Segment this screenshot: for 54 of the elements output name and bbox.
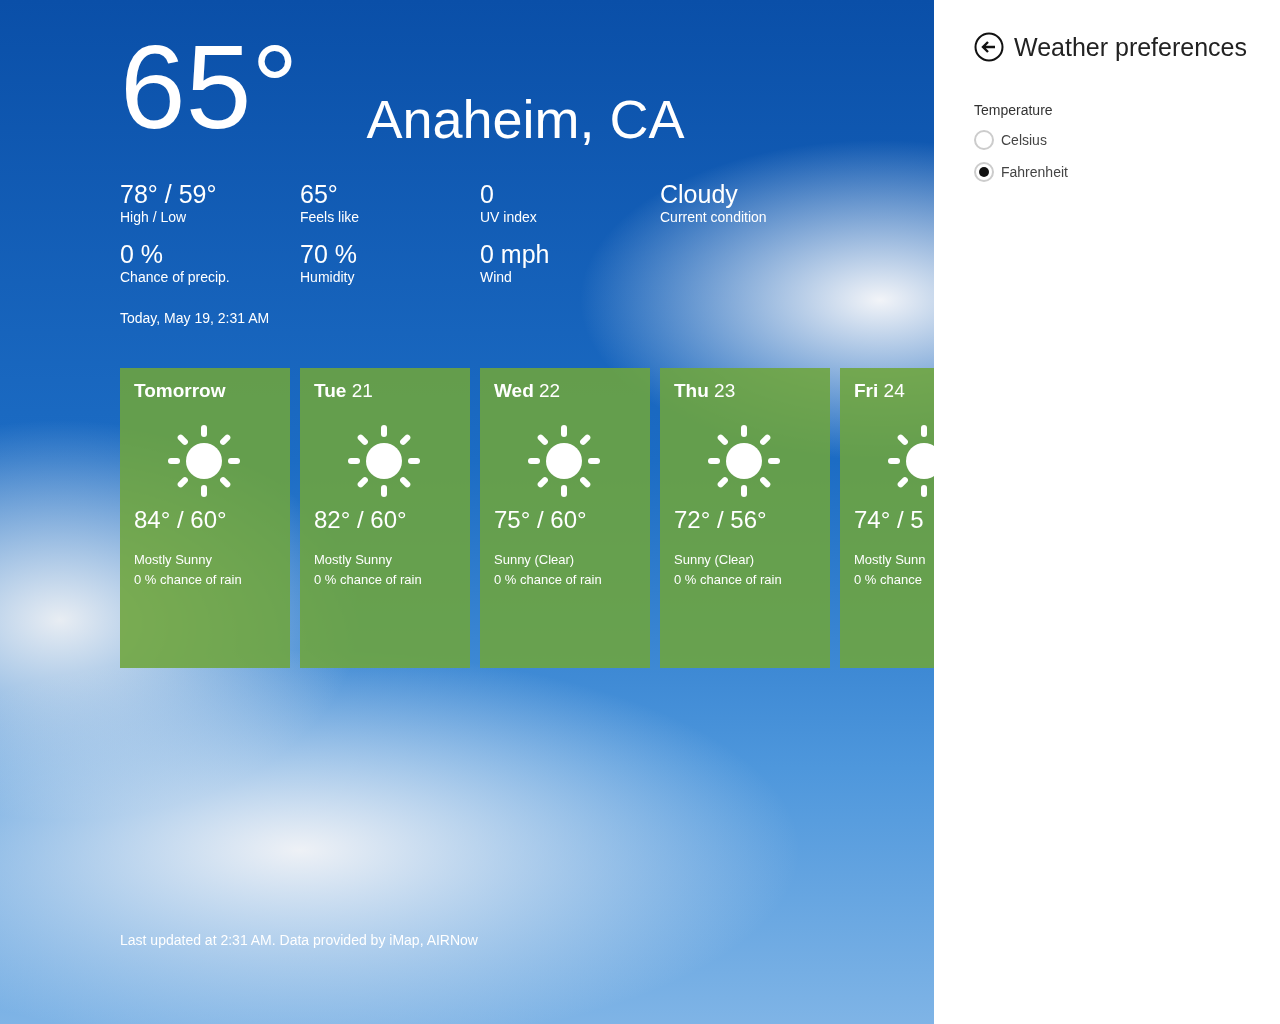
detail-label: Chance of precip. [120, 268, 231, 286]
attribution-text: Last updated at 2:31 AM. Data provided by iMap, AIRNow [120, 932, 479, 950]
detail-label: Current condition [660, 208, 768, 226]
forecast-condition: Sunny (Clear) [674, 551, 756, 569]
detail-value: 0 [480, 180, 495, 208]
radio-label[interactable]: Fahrenheit [1001, 164, 1068, 180]
forecast-card[interactable]: Tue 21 82° / 60° Mostly Sunny 0 % chance of rain [300, 368, 470, 668]
forecast-day: Tomorrow [134, 380, 276, 402]
forecast-condition: Mostly Sunn [854, 551, 927, 569]
sun-icon [167, 424, 241, 498]
detail-label: Feels like [300, 208, 361, 226]
timestamp: Today, May 19, 2:31 AM [120, 310, 271, 326]
rain-chance: 0 % chance of rain [494, 571, 603, 589]
detail-label: High / Low [120, 208, 188, 226]
detail-label: Humidity [300, 268, 356, 286]
forecast-temperatures: 84° / 60° [134, 506, 228, 534]
forecast-card[interactable]: Wed 22 75° / 60° Sunny (Clear) 0 % chance of rain [480, 368, 650, 668]
radio-button[interactable] [974, 130, 994, 150]
forecast-temperatures: 75° / 60° [494, 506, 588, 534]
rain-chance: 0 % chance of rain [314, 571, 423, 589]
detail-label: Wind [480, 268, 513, 286]
detail-value: Cloudy [660, 180, 739, 208]
forecast-condition: Mostly Sunny [314, 551, 394, 569]
rain-chance: 0 % chance of rain [134, 571, 243, 589]
forecast-condition: Mostly Sunny [134, 551, 214, 569]
group-label: Temperature [974, 102, 1054, 118]
detail-value: 65° [300, 180, 339, 208]
detail-label: UV index [480, 208, 538, 226]
radio-label[interactable]: Celsius [1001, 132, 1047, 148]
forecast-day: Thu 23 [674, 380, 816, 402]
back-button[interactable] [974, 32, 1004, 62]
forecast-card[interactable]: Thu 23 72° / 56° Sunny (Clear) 0 % chance of rain [660, 368, 830, 668]
forecast-day: Wed 22 [494, 380, 636, 402]
detail-value: 78° / 59° [120, 180, 218, 208]
detail-value: 0 % [120, 240, 165, 268]
forecast-temperatures: 72° / 56° [674, 506, 768, 534]
detail-value: 0 mph [480, 240, 551, 268]
rain-chance: 0 % chance of rain [674, 571, 783, 589]
rain-chance: 0 % chance [854, 571, 923, 589]
forecast-card[interactable]: Fri 24 74° / 5 Mostly Sunn 0 % chance [840, 368, 934, 668]
forecast-condition: Sunny (Clear) [494, 551, 576, 569]
forecast-temperatures: 74° / 5 [854, 506, 925, 534]
detail-value: 70 % [300, 240, 358, 268]
forecast-day: Tue 21 [314, 380, 456, 402]
panel-title: Weather preferences [1014, 32, 1247, 62]
sun-icon [707, 424, 781, 498]
location-name: Anaheim, CA [366, 92, 685, 146]
forecast-card[interactable]: Tomorrow 84° / 60° Mostly Sunny 0 % chance of rain [120, 368, 290, 668]
sun-icon [527, 424, 601, 498]
forecast-day: Fri 24 [854, 380, 934, 402]
current-temperature: 65° [120, 28, 299, 146]
sun-icon [347, 424, 421, 498]
forecast-temperatures: 82° / 60° [314, 506, 408, 534]
radio-button[interactable] [974, 162, 994, 182]
